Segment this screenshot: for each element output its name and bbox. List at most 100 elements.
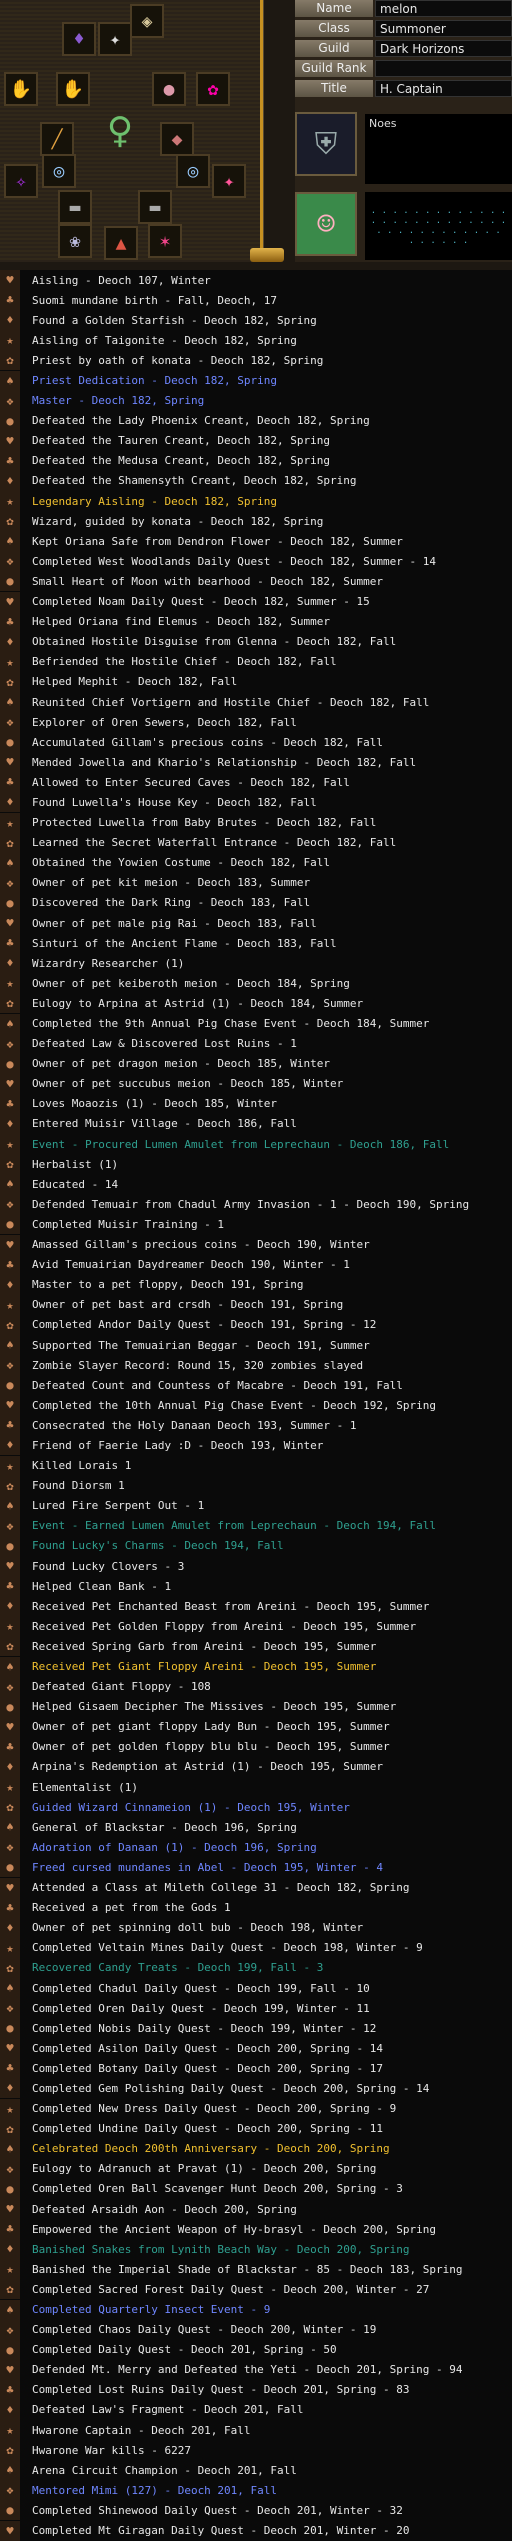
legend-text: Arena Circuit Champion - Deoch 201, Fall xyxy=(32,2463,297,2477)
legend-item: ✿ Received Spring Garb from Areini - Deoc… xyxy=(0,1636,512,1657)
legend-text: Wizardry Researcher (1) xyxy=(32,956,185,970)
legend-item: ♣ Completed Botany Daily Quest - Deoch 20… xyxy=(0,2058,512,2079)
legend-mark-icon: ✿ xyxy=(0,1636,20,1657)
legend-mark-icon: ● xyxy=(0,2339,20,2360)
legend-item: ♦ Defeated the Shamensyth Creant, Deoch 1… xyxy=(0,470,512,491)
legend-mark-icon: ● xyxy=(0,571,20,592)
legend-item: ♣ Suomi mundane birth - Fall, Deoch, 17 xyxy=(0,290,512,311)
staff-slot-icon[interactable]: ╱ xyxy=(40,122,74,156)
legend-text: Found Luwella's House Key - Deoch 182, F… xyxy=(32,795,317,809)
gauntlet-slot-icon[interactable]: ✋ xyxy=(4,72,38,106)
legend-text: Befriended the Hostile Chief - Deoch 182… xyxy=(32,655,337,669)
accessory-slot-icon[interactable]: ✶ xyxy=(148,224,182,258)
legend-mark-icon: ❖ xyxy=(0,2480,20,2501)
legend-mark-icon: ♥ xyxy=(0,1556,20,1577)
legend-item: ● Completed Oren Ball Scavenger Hunt Deoc… xyxy=(0,2178,512,2199)
legend-item: ♣ Helped Oriana find Elemus - Deoch 182, … xyxy=(0,611,512,632)
legend-text: Completed Quarterly Insect Event - 9 xyxy=(32,2303,271,2317)
legend-mark-icon: ❖ xyxy=(0,2319,20,2340)
legend-item: ♠ Reunited Chief Vortigern and Hostile Ch… xyxy=(0,692,512,713)
legend-text: Received a pet from the Gods 1 xyxy=(32,1901,231,1915)
belt-slot-icon[interactable]: ◎ xyxy=(176,154,210,188)
legend-mark-icon: ● xyxy=(0,1375,20,1396)
profile-row-guild-rank: Guild Rank xyxy=(295,60,512,78)
legend-mark-icon: ♣ xyxy=(0,772,20,793)
legend-mark-icon: ♠ xyxy=(0,1335,20,1356)
character-portrait: ☺ xyxy=(295,192,357,256)
legend-mark-icon: ● xyxy=(0,1857,20,1878)
legend-item: ♥ Attended a Class at Mileth College 31 -… xyxy=(0,1877,512,1898)
legend-item: ★ Completed New Dress Daily Quest - Deoch… xyxy=(0,2098,512,2119)
gem-slot-icon[interactable]: ◆ xyxy=(160,122,194,156)
ring-slot-icon[interactable]: ✿ xyxy=(196,72,230,106)
legend-text: Owner of pet kit meion - Deoch 183, Summ… xyxy=(32,876,311,890)
profile-label: Guild xyxy=(295,40,373,57)
legend-text: Received Spring Garb from Areini - Deoch… xyxy=(32,1639,377,1653)
emblem-slot-icon[interactable]: ◈ xyxy=(130,4,164,38)
armor-slot-icon[interactable]: ▲ xyxy=(104,226,138,260)
legend-text: Defended Temuair from Chadul Army Invasi… xyxy=(32,1197,470,1211)
legend-item: ❖ Completed Oren Daily Quest - Deoch 199,… xyxy=(0,1998,512,2019)
legend-mark-icon: ✿ xyxy=(0,350,20,371)
earring-slot-icon[interactable]: ◎ xyxy=(42,154,76,188)
legend-mark-icon: ♦ xyxy=(0,631,20,652)
legend-text: Defeated the Tauren Creant, Deoch 182, S… xyxy=(32,434,331,448)
legend-item: ● Helped Gisaem Decipher The Missives - D… xyxy=(0,1696,512,1717)
legend-mark-icon: ♠ xyxy=(0,1495,20,1516)
legend-item: ♥ Owner of pet male pig Rai - Deoch 183, … xyxy=(0,913,512,934)
pendant-slot-icon[interactable]: ✦ xyxy=(212,164,246,198)
legend-text: Wizard, guided by konata - Deoch 182, Sp… xyxy=(32,514,324,528)
legend-item: ● Defeated Count and Countess of Macabre … xyxy=(0,1375,512,1396)
scroll-handle[interactable] xyxy=(250,248,284,262)
legend-mark-icon: ● xyxy=(0,2018,20,2039)
boots-slot-icon[interactable]: ● xyxy=(152,72,186,106)
helmet-slot-icon[interactable]: ♦ xyxy=(62,22,96,56)
legend-item: ♣ Completed Lost Ruins Daily Quest - Deoc… xyxy=(0,2379,512,2400)
legend-text: Helped Gisaem Decipher The Missives - De… xyxy=(32,1700,397,1714)
legend-mark-icon: ♥ xyxy=(0,2199,20,2220)
legend-item: ♥ Found Lucky Clovers - 3 xyxy=(0,1556,512,1577)
necklace-slot-icon[interactable]: ✧ xyxy=(4,164,38,198)
legend-text: Completed Oren Ball Scavenger Hunt Deoch… xyxy=(32,2182,403,2196)
legend-text: Elementalist (1) xyxy=(32,1780,138,1794)
legend-text: Defeated the Lady Phoenix Creant, Deoch … xyxy=(32,414,370,428)
legend-item: ❖ Defended Temuair from Chadul Army Invas… xyxy=(0,1194,512,1215)
legend-mark-icon: ♣ xyxy=(0,933,20,954)
legend-item: ♠ Arena Circuit Champion - Deoch 201, Fal… xyxy=(0,2460,512,2481)
mantle-slot-icon[interactable]: ▬ xyxy=(138,190,172,224)
legend-item: ● Completed Daily Quest - Deoch 201, Spri… xyxy=(0,2339,512,2360)
legend-item: ♦ Friend of Faerie Lady :D - Deoch 193, W… xyxy=(0,1435,512,1456)
profile-value: Summoner xyxy=(375,20,512,37)
legend-mark-icon: ♣ xyxy=(0,2379,20,2400)
profile-value: H. Captain xyxy=(375,80,512,97)
legend-item: ♥ Completed Noam Daily Quest - Deoch 182,… xyxy=(0,591,512,612)
legend-item: ♠ Celebrated Deoch 200th Anniversary - De… xyxy=(0,2138,512,2159)
legend-mark-icon: ✿ xyxy=(0,1314,20,1335)
weapon-slot-icon[interactable]: ✦ xyxy=(98,22,132,56)
legs-slot-icon[interactable]: ▬ xyxy=(58,190,92,224)
legend-item: ♦ Entered Muisir Village - Deoch 186, Fal… xyxy=(0,1113,512,1134)
legend-item: ★ Completed Veltain Mines Daily Quest - D… xyxy=(0,1937,512,1958)
legend-mark-icon: ♥ xyxy=(0,1716,20,1737)
legend-text: Guided Wizard Cinnameion (1) - Deoch 195… xyxy=(32,1800,350,1814)
legend-item: ★ Killed Lorais 1 xyxy=(0,1455,512,1476)
legend-text: Completed Muisir Training - 1 xyxy=(32,1217,225,1231)
legend-mark-icon: ♣ xyxy=(0,1897,20,1918)
legend-item: ♠ Lured Fire Serpent Out - 1 xyxy=(0,1495,512,1516)
legend-mark-icon: ● xyxy=(0,2178,20,2199)
legend-text: Owner of pet male pig Rai - Deoch 183, F… xyxy=(32,916,317,930)
profile-label: Title xyxy=(295,80,373,97)
glove-slot-icon[interactable]: ✋ xyxy=(56,72,90,106)
legend-mark-icon: ♠ xyxy=(0,1656,20,1677)
legend-text: Master - Deoch 182, Spring xyxy=(32,394,205,408)
wings-slot-icon[interactable]: ❀ xyxy=(58,224,92,258)
legend-mark-icon: ♣ xyxy=(0,1093,20,1114)
legend-text: Completed New Dress Daily Quest - Deoch … xyxy=(32,2102,397,2116)
legend-item: ♣ Sinturi of the Ancient Flame - Deoch 18… xyxy=(0,933,512,954)
legend-item: ♦ Master to a pet floppy, Deoch 191, Spri… xyxy=(0,1274,512,1295)
legend-item: ❖ Adoration of Danaan (1) - Deoch 196, Sp… xyxy=(0,1837,512,1858)
legend-mark-icon: ♣ xyxy=(0,611,20,632)
legend-item: ♥ Completed the 10th Annual Pig Chase Eve… xyxy=(0,1395,512,1416)
profile-notes[interactable]: Noes xyxy=(365,114,512,184)
legend-mark-icon: ♣ xyxy=(0,290,20,311)
